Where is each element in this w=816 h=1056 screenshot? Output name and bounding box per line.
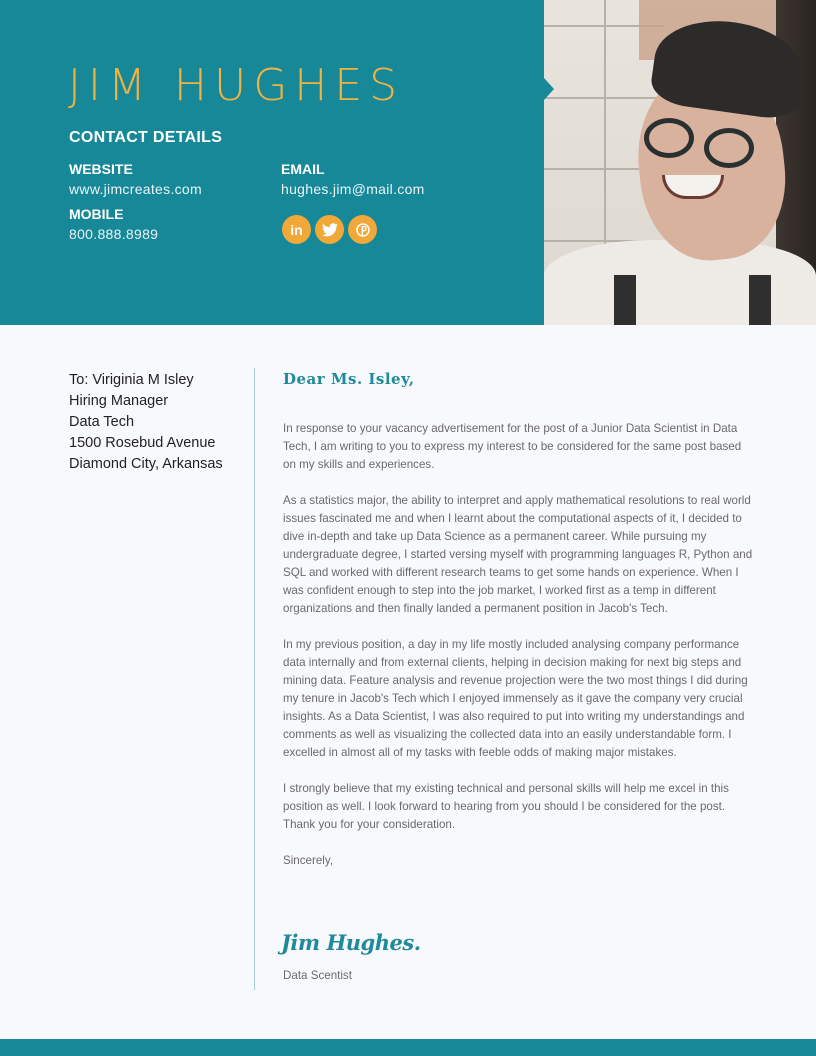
profile-photo bbox=[544, 0, 816, 325]
email-label: EMAIL bbox=[281, 161, 325, 177]
photo-suspender bbox=[614, 275, 636, 325]
recipient-line: To: Viriginia M Isley bbox=[69, 372, 194, 388]
photo-tile-line bbox=[544, 97, 664, 99]
twitter-icon[interactable] bbox=[315, 215, 344, 244]
contact-details-heading: CONTACT DETAILS bbox=[69, 129, 223, 146]
photo-shirt bbox=[544, 240, 816, 325]
email-value[interactable]: hughes.jim@mail.com bbox=[281, 181, 425, 197]
letter-closing: Sincerely, bbox=[283, 854, 334, 867]
mobile-value: 800.888.8989 bbox=[69, 226, 159, 242]
photo-suspender bbox=[749, 275, 771, 325]
recipient-address: To: Viriginia M Isley Hiring Manager Dat… bbox=[69, 370, 223, 475]
footer-bar bbox=[0, 1039, 816, 1056]
recipient-line: Diamond City, Arkansas bbox=[69, 456, 223, 472]
letter-paragraph: As a statistics major, the ability to in… bbox=[283, 494, 753, 615]
letter-paragraph: I strongly believe that my existing tech… bbox=[283, 782, 729, 831]
photo-glasses bbox=[644, 118, 694, 158]
recipient-line: 1500 Rosebud Avenue bbox=[69, 435, 216, 451]
recipient-line: Hiring Manager bbox=[69, 393, 169, 409]
letter-greeting: Dear Ms. Isley, bbox=[283, 370, 415, 388]
letter-paragraph: In response to your vacancy advertisemen… bbox=[283, 422, 742, 471]
applicant-name: JIM HUGHES bbox=[68, 60, 405, 111]
mobile-label: MOBILE bbox=[69, 206, 124, 222]
vertical-divider bbox=[254, 368, 255, 990]
signature-title: Data Scentist bbox=[283, 969, 352, 982]
letter-paragraph: In my previous position, a day in my lif… bbox=[283, 638, 748, 759]
twitter-bird-glyph bbox=[321, 222, 338, 236]
pinterest-icon[interactable] bbox=[348, 215, 377, 244]
recipient-line: Data Tech bbox=[69, 414, 135, 430]
banner-arrow bbox=[544, 78, 554, 100]
signature: Jim Hughes. bbox=[281, 930, 421, 955]
website-value[interactable]: www.jimcreates.com bbox=[69, 181, 202, 197]
website-label: WEBSITE bbox=[69, 161, 133, 177]
pinterest-p-glyph bbox=[355, 222, 370, 237]
linkedin-icon[interactable]: in bbox=[282, 215, 311, 244]
photo-glasses bbox=[704, 128, 754, 168]
letter-body: In response to your vacancy advertisemen… bbox=[283, 420, 753, 888]
social-links: in bbox=[282, 215, 377, 244]
